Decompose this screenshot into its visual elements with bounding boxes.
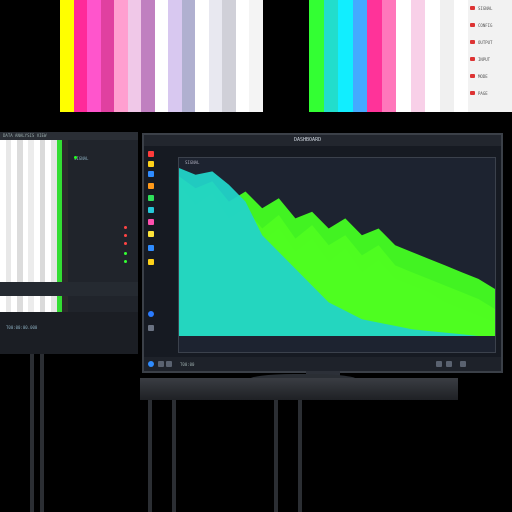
chart-panel: SIGNAL xyxy=(178,157,496,353)
tool-button-blue[interactable] xyxy=(148,171,154,177)
row-marker-icon xyxy=(470,57,475,61)
desk-leg xyxy=(148,400,152,512)
color-stripe xyxy=(396,0,411,112)
color-stripe xyxy=(168,0,182,112)
marker-dot-icon xyxy=(124,226,127,229)
left-monitor-toolbar[interactable] xyxy=(0,282,138,296)
row-marker-icon xyxy=(470,74,475,78)
row-marker-icon xyxy=(470,6,475,10)
status-icon xyxy=(166,361,172,367)
side-panel-row-label: SIGNAL xyxy=(478,5,493,11)
tool-button-yellow-3[interactable] xyxy=(148,259,154,265)
side-panel-row[interactable]: PAGE xyxy=(470,89,510,97)
side-panel-row[interactable]: INPUT xyxy=(470,55,510,63)
area-chart xyxy=(179,168,495,336)
top-right-colorbar-screen xyxy=(309,0,469,112)
left-monitor: DATA ANALYSIS VIEW SIGNAL T00:00:00.000 xyxy=(0,132,138,354)
main-monitor: DASHBOARD SIGNAL T00:00 xyxy=(142,133,503,373)
color-stripe xyxy=(338,0,353,112)
color-stripe xyxy=(222,0,236,112)
side-panel-row[interactable]: CONFIG xyxy=(470,21,510,29)
row-marker-icon xyxy=(470,91,475,95)
tool-button-pink[interactable] xyxy=(148,219,154,225)
status-icon xyxy=(158,361,164,367)
marker-dot-icon xyxy=(124,252,127,255)
marker-dot-icon xyxy=(124,260,127,263)
side-panel-row-label: OUTPUT xyxy=(478,39,493,45)
row-marker-icon xyxy=(470,40,475,44)
row-marker-icon xyxy=(470,23,475,27)
tool-button-red[interactable] xyxy=(148,151,154,157)
side-panel-row-label: CONFIG xyxy=(478,22,493,28)
color-stripe xyxy=(154,0,169,112)
color-stripe xyxy=(425,0,440,112)
color-stripe xyxy=(208,0,223,112)
marker-dot-icon xyxy=(124,234,127,237)
marker-dot-icon xyxy=(124,242,127,245)
color-stripe xyxy=(309,0,324,112)
tool-button-blue-2[interactable] xyxy=(148,245,154,251)
color-stripe xyxy=(235,0,250,112)
tool-button-yellow[interactable] xyxy=(148,161,154,167)
tool-button-green[interactable] xyxy=(148,195,154,201)
desk-surface xyxy=(140,378,458,400)
color-stripe xyxy=(439,0,455,112)
left-toolbar xyxy=(146,149,158,339)
zoom-icon[interactable] xyxy=(436,361,442,367)
color-stripe xyxy=(181,0,196,112)
stand-pole xyxy=(40,354,44,512)
tool-button-gray[interactable] xyxy=(148,325,154,331)
left-monitor-title: DATA ANALYSIS VIEW xyxy=(3,133,47,138)
desk-leg xyxy=(298,400,302,512)
color-stripe xyxy=(249,0,263,112)
desk-leg xyxy=(172,400,176,512)
side-panel-row[interactable]: MODE xyxy=(470,72,510,80)
color-stripe xyxy=(87,0,101,112)
zoom-icon[interactable] xyxy=(446,361,452,367)
status-indicator-icon xyxy=(148,361,154,367)
main-monitor-titlebar: DASHBOARD xyxy=(144,135,501,146)
color-stripe xyxy=(60,0,74,112)
color-stripe xyxy=(73,0,88,112)
color-stripe xyxy=(454,0,469,112)
stand-pole xyxy=(30,354,34,512)
main-monitor-status: T00:00 xyxy=(180,362,195,367)
color-stripe xyxy=(114,0,128,112)
color-stripe xyxy=(100,0,115,112)
side-panel-row-label: MODE xyxy=(478,73,488,79)
desk-leg xyxy=(274,400,278,512)
tool-button-cyan[interactable] xyxy=(148,207,154,213)
tool-button-orange[interactable] xyxy=(148,183,154,189)
color-stripe xyxy=(127,0,142,112)
record-button[interactable] xyxy=(148,311,154,317)
color-stripe xyxy=(352,0,368,112)
main-monitor-title: DASHBOARD xyxy=(294,137,322,143)
settings-icon[interactable] xyxy=(460,361,466,367)
status-dot-icon xyxy=(74,156,77,159)
side-panel-row[interactable]: SIGNAL xyxy=(470,4,510,12)
color-stripe xyxy=(195,0,209,112)
color-stripe xyxy=(410,0,426,112)
color-stripe xyxy=(323,0,339,112)
side-panel-row[interactable]: OUTPUT xyxy=(470,38,510,46)
left-monitor-status: T00:00:00.000 xyxy=(6,325,38,330)
left-monitor-titlebar: DATA ANALYSIS VIEW xyxy=(0,132,138,140)
side-settings-panel: SIGNAL CONFIG OUTPUT INPUT MODE PAGE xyxy=(468,0,512,112)
top-left-colorbar-screen xyxy=(60,0,263,112)
color-stripe xyxy=(381,0,397,112)
tool-button-yellow-2[interactable] xyxy=(148,231,154,237)
color-stripe xyxy=(141,0,155,112)
side-panel-row-label: INPUT xyxy=(478,56,491,62)
main-monitor-statusbar: T00:00 xyxy=(144,357,501,371)
side-panel-row-label: PAGE xyxy=(478,90,488,96)
color-stripe xyxy=(367,0,382,112)
